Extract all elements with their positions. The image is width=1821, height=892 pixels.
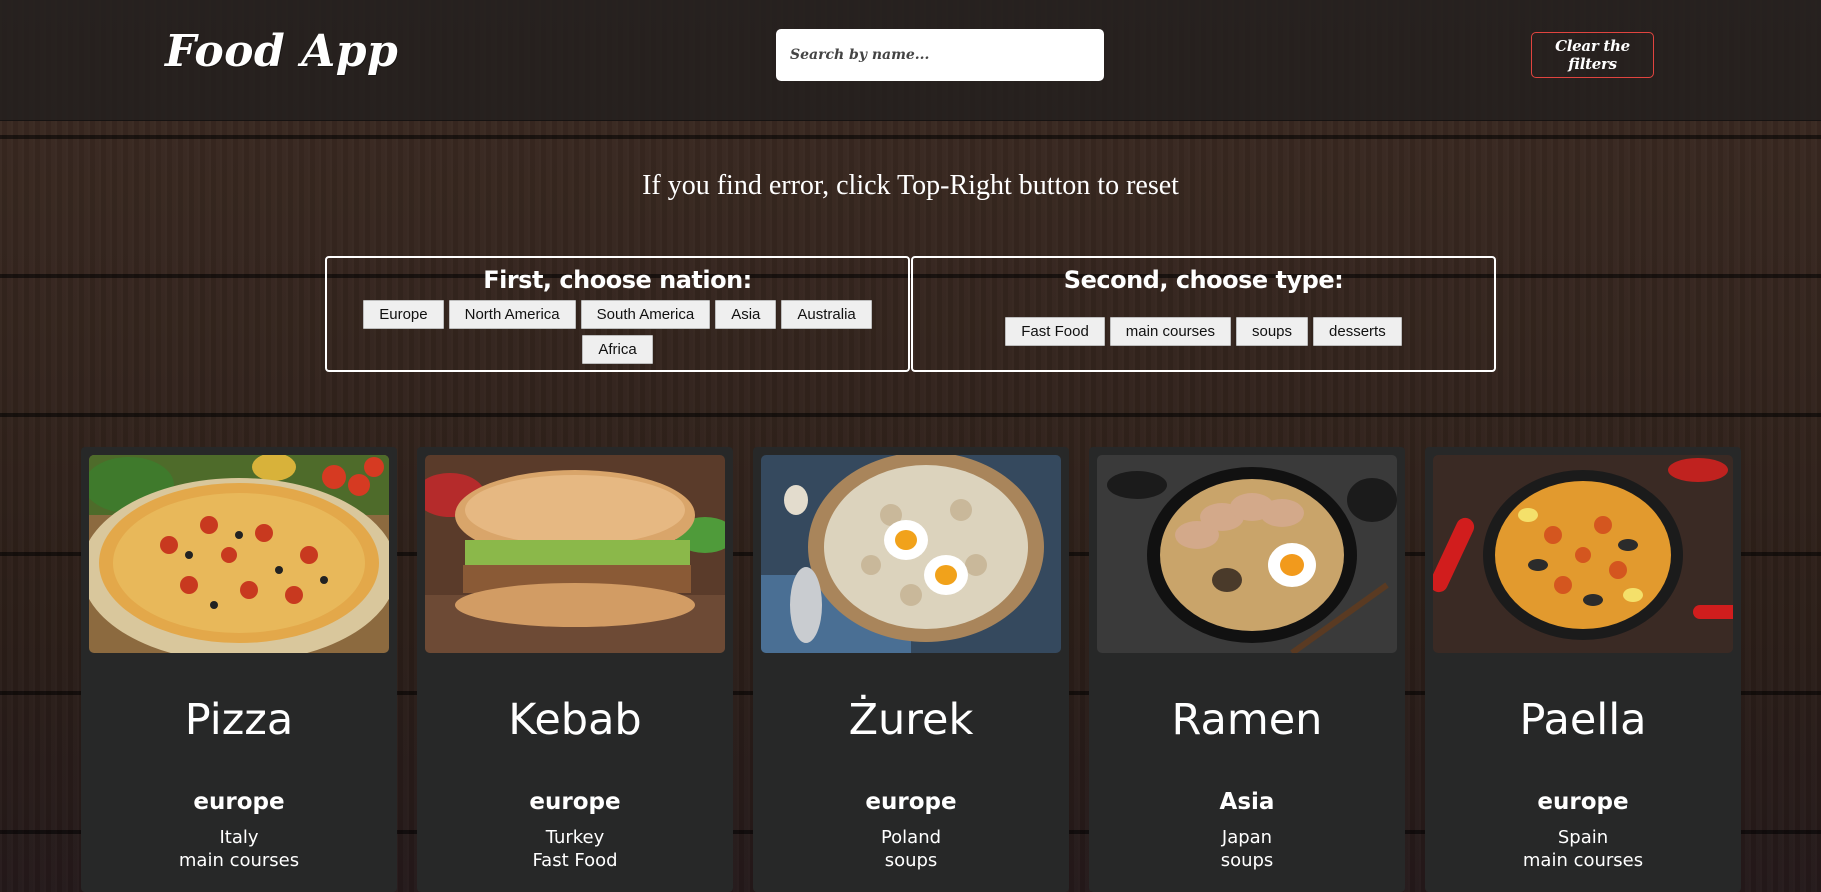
- food-card-zurek[interactable]: Żurek europe Poland soups: [753, 447, 1069, 892]
- nation-option-australia[interactable]: Australia: [781, 300, 872, 329]
- nation-option-africa[interactable]: Africa: [582, 335, 653, 364]
- card-title: Ramen: [1171, 695, 1323, 745]
- ramen-photo: [1097, 455, 1397, 653]
- card-type: soups: [1220, 850, 1274, 871]
- card-type: soups: [884, 850, 938, 871]
- card-region: europe: [193, 789, 285, 815]
- type-option-fast-food[interactable]: Fast Food: [1005, 317, 1105, 346]
- card-country: Poland: [880, 827, 942, 848]
- clear-filters-button[interactable]: Clear the filters: [1531, 32, 1654, 78]
- zurek-photo: [761, 455, 1061, 653]
- nation-option-europe[interactable]: Europe: [363, 300, 444, 329]
- card-country: Italy: [219, 827, 259, 848]
- card-title: Kebab: [508, 695, 642, 745]
- food-card-kebab[interactable]: Kebab europe Turkey Fast Food: [417, 447, 733, 892]
- nation-option-north-america[interactable]: North America: [448, 300, 576, 329]
- top-bar: Food App Clear the filters: [0, 0, 1821, 121]
- nation-filter-title: First, choose nation:: [483, 266, 752, 294]
- nation-filter-panel: First, choose nation: Europe North Ameri…: [325, 256, 910, 372]
- card-region: europe: [865, 789, 957, 815]
- type-filter-panel: Second, choose type: Fast Food main cour…: [911, 256, 1496, 372]
- card-type: main courses: [1522, 850, 1644, 871]
- type-option-main-courses[interactable]: main courses: [1109, 317, 1231, 346]
- card-region: europe: [1537, 789, 1629, 815]
- type-option-soups[interactable]: soups: [1236, 317, 1309, 346]
- card-title: Żurek: [848, 695, 974, 745]
- card-type: main courses: [178, 850, 300, 871]
- app-logo[interactable]: Food App: [165, 26, 398, 77]
- food-card-pizza[interactable]: Pizza europe Italy main courses: [81, 447, 397, 892]
- reset-info-text: If you find error, click Top-Right butto…: [642, 170, 1179, 201]
- type-filter-title: Second, choose type:: [1063, 266, 1344, 294]
- card-country: Spain: [1557, 827, 1609, 848]
- type-option-desserts[interactable]: desserts: [1313, 317, 1402, 346]
- card-title: Pizza: [184, 695, 294, 745]
- card-region: Asia: [1219, 789, 1275, 815]
- pizza-photo: [89, 455, 389, 653]
- card-country: Japan: [1221, 827, 1273, 848]
- paella-photo: [1433, 455, 1733, 653]
- nation-option-south-america[interactable]: South America: [580, 300, 711, 329]
- card-type: Fast Food: [532, 850, 618, 871]
- kebab-photo: [425, 455, 725, 653]
- card-country: Turkey: [545, 827, 605, 848]
- search-input[interactable]: [776, 29, 1104, 81]
- food-card-paella[interactable]: Paella europe Spain main courses: [1425, 447, 1741, 892]
- card-region: europe: [529, 789, 621, 815]
- nation-option-asia[interactable]: Asia: [715, 300, 777, 329]
- food-card-ramen[interactable]: Ramen Asia Japan soups: [1089, 447, 1405, 892]
- type-filter-options: Fast Food main courses soups desserts: [913, 317, 1494, 346]
- nation-filter-options: Europe North America South America Asia …: [327, 300, 908, 364]
- card-title: Paella: [1519, 695, 1647, 745]
